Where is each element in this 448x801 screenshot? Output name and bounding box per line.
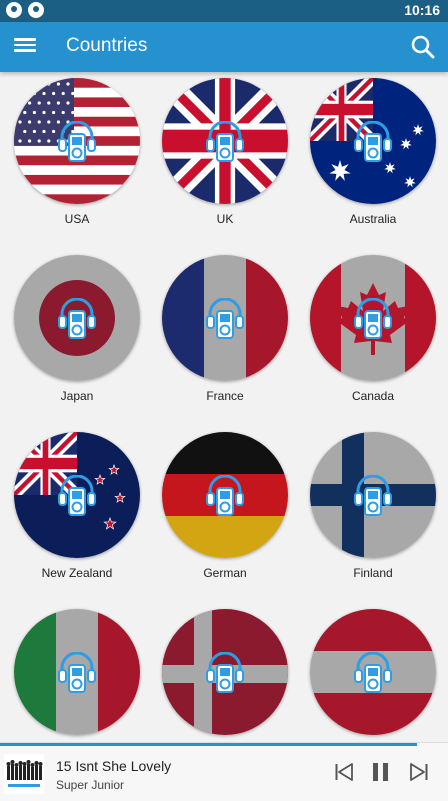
- country-label: Canada: [351, 389, 395, 403]
- australia-flag-icon: [310, 78, 436, 204]
- radio-player-icon: [58, 652, 96, 693]
- notification-icons: [6, 2, 44, 18]
- country-item[interactable]: Japan: [3, 249, 151, 426]
- radio-player-icon: [206, 475, 244, 516]
- pause-icon[interactable]: [371, 762, 391, 782]
- france-flag-icon: [162, 255, 288, 381]
- radio-player-icon: [354, 475, 392, 516]
- previous-icon[interactable]: [334, 762, 354, 782]
- radio-player-icon: [354, 652, 392, 693]
- radio-player-icon: [206, 121, 244, 162]
- canada-flag-icon: [310, 255, 436, 381]
- next-icon[interactable]: [409, 762, 429, 782]
- radio-player-icon: [354, 298, 392, 339]
- album-cover: [4, 754, 44, 794]
- track-title: 15 Isnt She Lovely: [56, 758, 172, 774]
- playback-progress[interactable]: [0, 743, 417, 746]
- status-bar: 10:16: [0, 0, 448, 22]
- country-label: German: [203, 566, 247, 580]
- austria-flag-icon: [310, 609, 436, 735]
- radio-player-icon: [206, 652, 244, 693]
- country-item[interactable]: USA: [3, 72, 151, 249]
- country-item[interactable]: [151, 603, 299, 742]
- country-label: USA: [64, 212, 90, 226]
- country-label: France: [206, 389, 244, 403]
- germany-flag-icon: [162, 432, 288, 558]
- app-bar: Countries: [0, 22, 448, 72]
- italy-flag-icon: [14, 609, 140, 735]
- country-item[interactable]: Canada: [299, 249, 447, 426]
- notification-icon: [28, 2, 44, 18]
- country-label: Finland: [353, 566, 393, 580]
- newzealand-flag-icon: [14, 432, 140, 558]
- radio-player-icon: [58, 475, 96, 516]
- country-grid: USA UK Australia Japan France Canada New…: [0, 72, 448, 742]
- radio-player-icon: [206, 298, 244, 339]
- radio-player-icon: [58, 121, 96, 162]
- mini-player[interactable]: 15 Isnt She Lovely Super Junior: [0, 742, 448, 801]
- uk-flag-icon: [162, 78, 288, 204]
- page-title: Countries: [66, 35, 148, 56]
- notification-icon: [6, 2, 22, 18]
- japan-flag-icon: [14, 255, 140, 381]
- country-item[interactable]: Australia: [299, 72, 447, 249]
- status-time: 10:16: [404, 2, 440, 18]
- country-item[interactable]: UK: [151, 72, 299, 249]
- country-label: UK: [216, 212, 234, 226]
- finland-flag-icon: [310, 432, 436, 558]
- country-label: Japan: [60, 389, 94, 403]
- country-item[interactable]: German: [151, 426, 299, 603]
- country-item[interactable]: Finland: [299, 426, 447, 603]
- radio-player-icon: [354, 121, 392, 162]
- country-label: New Zealand: [41, 566, 113, 580]
- menu-icon[interactable]: [14, 36, 36, 58]
- country-item[interactable]: [299, 603, 447, 742]
- country-item[interactable]: New Zealand: [3, 426, 151, 603]
- track-artist: Super Junior: [56, 778, 125, 792]
- country-item[interactable]: France: [151, 249, 299, 426]
- search-icon[interactable]: [410, 34, 436, 60]
- country-label: Australia: [349, 212, 397, 226]
- usa-flag-icon: [14, 78, 140, 204]
- country-item[interactable]: [3, 603, 151, 742]
- radio-player-icon: [58, 298, 96, 339]
- denmark-flag-icon: [162, 609, 288, 735]
